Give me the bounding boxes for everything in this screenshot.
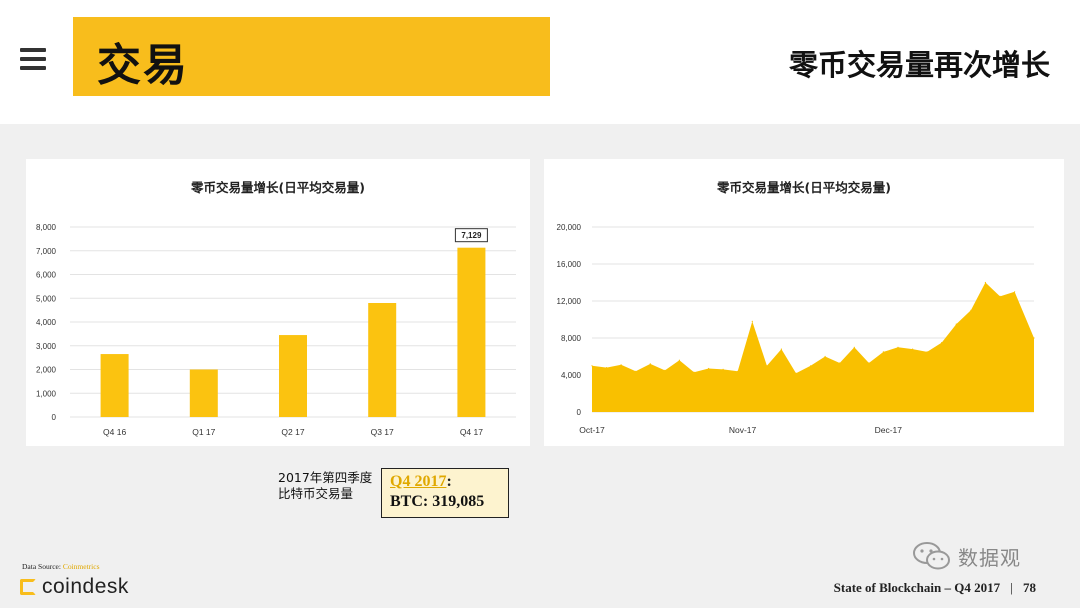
area-x-tick-label: Oct-17 [579, 425, 605, 435]
bar-y-tick-label: 2,000 [36, 366, 57, 375]
wechat-text: 数据观 [958, 545, 1021, 570]
bar-x-tick-label: Q4 17 [460, 427, 483, 437]
bar-y-tick-label: 0 [52, 413, 57, 422]
area-point [649, 363, 651, 365]
area-point [868, 362, 870, 364]
area-point [751, 320, 753, 322]
slide-headline: 零币交易量再次增长 [788, 48, 1050, 82]
section-title-box: 交易 [73, 17, 550, 96]
bar [189, 369, 218, 417]
area-chart: 0 4,000 8,000 12,000 16,000 20,000 Oct-17 Nov-1… [557, 223, 1035, 435]
area-point [722, 368, 724, 370]
area-point [824, 355, 826, 358]
area-point [693, 371, 695, 373]
area-point [766, 365, 768, 367]
area-point [780, 348, 782, 350]
bar-y-tick-label: 5,000 [36, 294, 57, 303]
area-point [926, 351, 928, 353]
wechat-watermark: 数据观 [912, 541, 1021, 571]
bar-chart-card: 零币交易量增长(日平均交易量) 0 1,000 2,000 3,000 4,000 5,0… [26, 159, 530, 446]
area-point [708, 367, 710, 370]
area-y-tick-label: 0 [577, 408, 582, 417]
area-point [1033, 337, 1035, 339]
area-chart-card: 零币交易量增长(日平均交易量) 0 4,000 8,000 12,000 16,000 2… [544, 159, 1064, 446]
area-point [912, 348, 914, 350]
area-x-tick-label: Dec-17 [875, 425, 903, 435]
area-point [970, 309, 972, 311]
menu-icon[interactable] [20, 48, 46, 70]
bar-data-label: 7,129 [461, 231, 482, 240]
area-point [839, 362, 841, 364]
footer-separator: | [1010, 580, 1013, 595]
area-y-tick-label: 16,000 [557, 260, 582, 269]
bar-y-tick-label: 6,000 [36, 271, 57, 280]
data-source: Data Source: Coinmetrics [22, 562, 100, 571]
bar-y-tick-label: 4,000 [36, 318, 57, 327]
report-title: State of Blockchain – Q4 2017 [833, 580, 1001, 595]
area-point [1014, 291, 1016, 293]
area-point [810, 365, 812, 367]
q4-summary-label-line2: 比特币交易量 [278, 486, 354, 501]
bar-chart: 0 1,000 2,000 3,000 4,000 5,000 6,000 7,000 8,00… [36, 223, 516, 437]
area-series [592, 282, 1034, 412]
area-point [635, 370, 637, 372]
area-point [897, 346, 899, 348]
coindesk-logo: coindesk [20, 574, 129, 600]
q4-summary-label: 2017年第四季度 比特币交易量 [278, 470, 372, 502]
area-point [795, 372, 797, 374]
area-point [853, 346, 855, 348]
section-title: 交易 [97, 40, 189, 91]
quarter-label: Q4 2017 [390, 473, 447, 490]
area-y-tick-label: 12,000 [557, 297, 582, 306]
data-source-label: Data Source: [22, 562, 61, 571]
area-point [591, 365, 593, 367]
bar-y-tick-label: 8,000 [36, 223, 57, 232]
bar-x-tick-label: Q4 16 [103, 427, 126, 437]
area-point [941, 342, 943, 344]
bar-y-tick-label: 7,000 [36, 247, 57, 256]
data-source-link[interactable]: Coinmetrics [63, 562, 100, 571]
area-point [984, 281, 986, 284]
area-point [882, 351, 884, 353]
coindesk-logo-icon [20, 579, 36, 595]
coindesk-logo-text: coindesk [42, 575, 129, 598]
area-point [678, 359, 680, 361]
bar-x-tick-label: Q2 17 [281, 427, 304, 437]
area-point [737, 370, 739, 372]
area-y-tick-label: 8,000 [561, 334, 582, 343]
area-point [664, 369, 666, 371]
q4-summary-label-line1: 2017年第四季度 [278, 470, 373, 485]
area-x-tick-label: Nov-17 [729, 425, 757, 435]
area-point [999, 295, 1001, 297]
area-y-tick-label: 4,000 [561, 371, 582, 380]
bar-y-tick-label: 1,000 [36, 389, 57, 398]
bar [368, 303, 397, 417]
btc-volume-value: BTC: 319,085 [390, 493, 485, 510]
area-point [620, 364, 622, 366]
area-y-tick-label: 20,000 [557, 223, 582, 232]
area-point [955, 323, 957, 325]
bar [457, 247, 486, 417]
bar [279, 335, 307, 417]
wechat-icon [913, 542, 950, 570]
bar-x-tick-label: Q1 17 [192, 427, 215, 437]
page-number: 78 [1023, 580, 1036, 595]
bar [100, 354, 129, 417]
bar-x-tick-label: Q3 17 [371, 427, 394, 437]
slide-footer: State of Blockchain – Q4 2017 | 78 [834, 580, 1036, 596]
quarter-colon: : [446, 473, 452, 490]
area-point [606, 367, 608, 369]
bar-y-tick-label: 3,000 [36, 342, 57, 351]
btc-volume-box: Q4 2017: BTC: 319,085 [381, 468, 509, 518]
